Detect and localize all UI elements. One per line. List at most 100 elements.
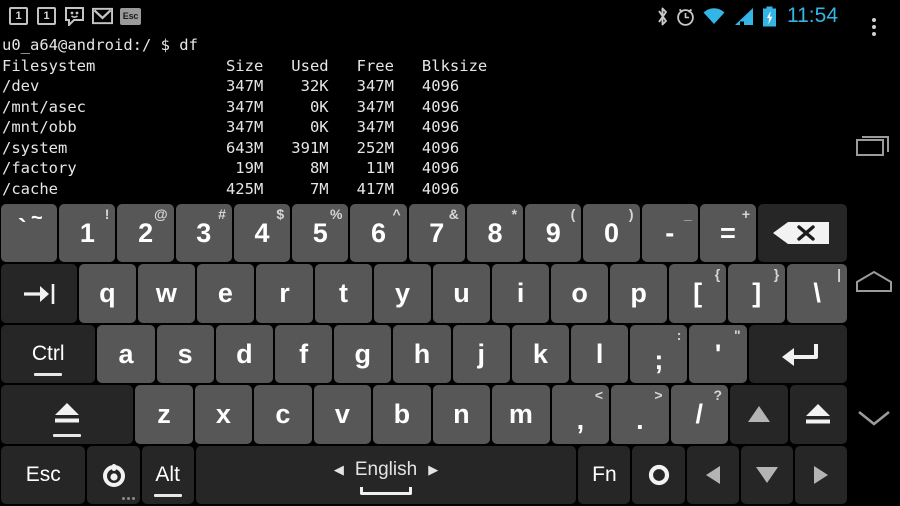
key-backslash-sub: | — [837, 266, 842, 283]
next-language-arrow-icon[interactable]: ▶ — [428, 462, 438, 478]
key-b[interactable]: b — [373, 385, 431, 444]
terminal-table-header: Filesystem Size Used Free Blksize — [2, 56, 488, 75]
key-8[interactable]: * 8 — [466, 204, 524, 263]
key-m[interactable]: m — [492, 385, 550, 444]
key-2-sub: @ — [154, 206, 168, 222]
key-6-sub: ^ — [392, 206, 401, 222]
key-3[interactable]: # 3 — [175, 204, 232, 263]
key-quote[interactable]: " ' — [689, 324, 747, 384]
space-language-switcher[interactable]: ◀ English ▶ — [334, 459, 438, 481]
key-minus[interactable]: _ - — [641, 204, 698, 263]
recents-button[interactable] — [848, 114, 900, 178]
key-k[interactable]: k — [511, 324, 570, 384]
key-space[interactable]: ◀ English ▶ — [195, 445, 577, 505]
key-o[interactable]: o — [551, 264, 609, 323]
key-slash[interactable]: ? / — [670, 385, 729, 444]
terminal-row: /mnt/asec 347M 0K 347M 4096 — [2, 97, 460, 116]
key-5[interactable]: % 5 — [292, 204, 349, 263]
hide-keyboard-chevron-icon — [855, 407, 893, 429]
key-4[interactable]: $ 4 — [233, 204, 291, 263]
recents-icon — [855, 131, 893, 161]
alarm-clock-icon — [676, 6, 695, 27]
prev-language-arrow-icon[interactable]: ◀ — [334, 462, 344, 478]
key-arrow-right[interactable] — [794, 445, 848, 505]
key-bracket-right[interactable]: } ] — [728, 264, 786, 323]
key-period[interactable]: > . — [611, 385, 669, 444]
key-r[interactable]: r — [255, 264, 313, 323]
key-o-label: o — [571, 278, 588, 309]
space-language-label: English — [354, 458, 418, 480]
key-arrow-left[interactable] — [686, 445, 739, 505]
key-bracket-left-label: [ — [693, 278, 703, 309]
key-backtick[interactable]: ` ~ — [1, 204, 58, 263]
circle-icon — [646, 462, 672, 488]
key-d[interactable]: d — [215, 324, 273, 384]
key-n[interactable]: n — [432, 385, 491, 444]
key-u[interactable]: u — [433, 264, 491, 323]
key-esc[interactable]: Esc — [1, 445, 86, 505]
key-1[interactable]: ! 1 — [59, 204, 116, 263]
key-backslash[interactable]: | \ — [787, 264, 848, 323]
key-tab[interactable] — [1, 264, 77, 323]
key-0-sub: ) — [628, 206, 634, 222]
key-ctrl[interactable]: Ctrl — [1, 324, 96, 384]
key-x[interactable]: x — [194, 385, 253, 444]
key-i[interactable]: i — [492, 264, 550, 323]
hide-keyboard-button[interactable] — [848, 386, 900, 450]
key-t-label: t — [338, 278, 348, 309]
key-c-label: c — [275, 398, 291, 429]
key-period-label: . — [636, 404, 644, 435]
key-esc-label: Esc — [25, 462, 61, 486]
key-j[interactable]: j — [452, 324, 510, 384]
key-z[interactable]: z — [135, 385, 193, 444]
key-settings[interactable] — [87, 445, 140, 505]
key-comma[interactable]: < , — [551, 385, 610, 444]
key-g[interactable]: g — [334, 324, 392, 384]
key-fn[interactable]: Fn — [578, 445, 631, 505]
key-e[interactable]: e — [196, 264, 254, 323]
key-bracket-left[interactable]: { [ — [669, 264, 727, 323]
tab-icon — [18, 280, 60, 308]
key-alt[interactable]: Alt — [141, 445, 194, 505]
key-q[interactable]: q — [78, 264, 136, 323]
terminal-output[interactable]: u0_a64@android:/ $ df Filesystem Size Us… — [0, 32, 848, 202]
key-semicolon[interactable]: : ; — [630, 324, 688, 384]
key-backspace[interactable] — [758, 204, 847, 263]
key-w[interactable]: w — [137, 264, 195, 323]
key-equals[interactable]: + = — [699, 204, 757, 263]
key-s-label: s — [177, 338, 193, 369]
key-enter[interactable] — [748, 324, 848, 384]
key-backtick-sub: ~ — [31, 207, 43, 229]
key-6-label: 6 — [371, 217, 387, 248]
key-f[interactable]: f — [275, 324, 333, 384]
key-minus-sub: _ — [684, 206, 692, 222]
key-5-label: 5 — [312, 217, 328, 248]
key-shift-right[interactable] — [789, 385, 848, 444]
key-v[interactable]: v — [313, 385, 372, 444]
key-a[interactable]: a — [97, 324, 155, 384]
on-screen-keyboard: ` ~ ! 1 @ 2 # 3 $ 4 % 5 ^ 6 & 7 * 8 (9 … — [0, 203, 848, 506]
cell-signal-icon — [733, 7, 755, 26]
key-h[interactable]: h — [393, 324, 451, 384]
home-button[interactable] — [848, 250, 900, 314]
key-9[interactable]: ( 9 — [525, 204, 582, 263]
key-bracket-left-sub: { — [714, 266, 721, 283]
key-6[interactable]: ^ 6 — [350, 204, 407, 263]
key-t[interactable]: t — [314, 264, 372, 323]
key-arrow-up[interactable] — [730, 385, 788, 444]
key-circle[interactable] — [632, 445, 685, 505]
key-l[interactable]: l — [571, 324, 629, 384]
key-2[interactable]: @ 2 — [117, 204, 174, 263]
key-p[interactable]: p — [610, 264, 668, 323]
key-2-label: 2 — [138, 217, 154, 248]
overflow-menu-icon — [872, 18, 876, 36]
key-s[interactable]: s — [156, 324, 214, 384]
key-7-label: 7 — [429, 217, 445, 248]
key-7[interactable]: & 7 — [408, 204, 465, 263]
key-0[interactable]: ) 0 — [583, 204, 640, 263]
overflow-menu-button[interactable] — [872, 10, 876, 44]
key-y[interactable]: y — [374, 264, 432, 323]
key-shift-left[interactable] — [1, 385, 134, 444]
key-c[interactable]: c — [254, 385, 312, 444]
key-arrow-down[interactable] — [740, 445, 793, 505]
